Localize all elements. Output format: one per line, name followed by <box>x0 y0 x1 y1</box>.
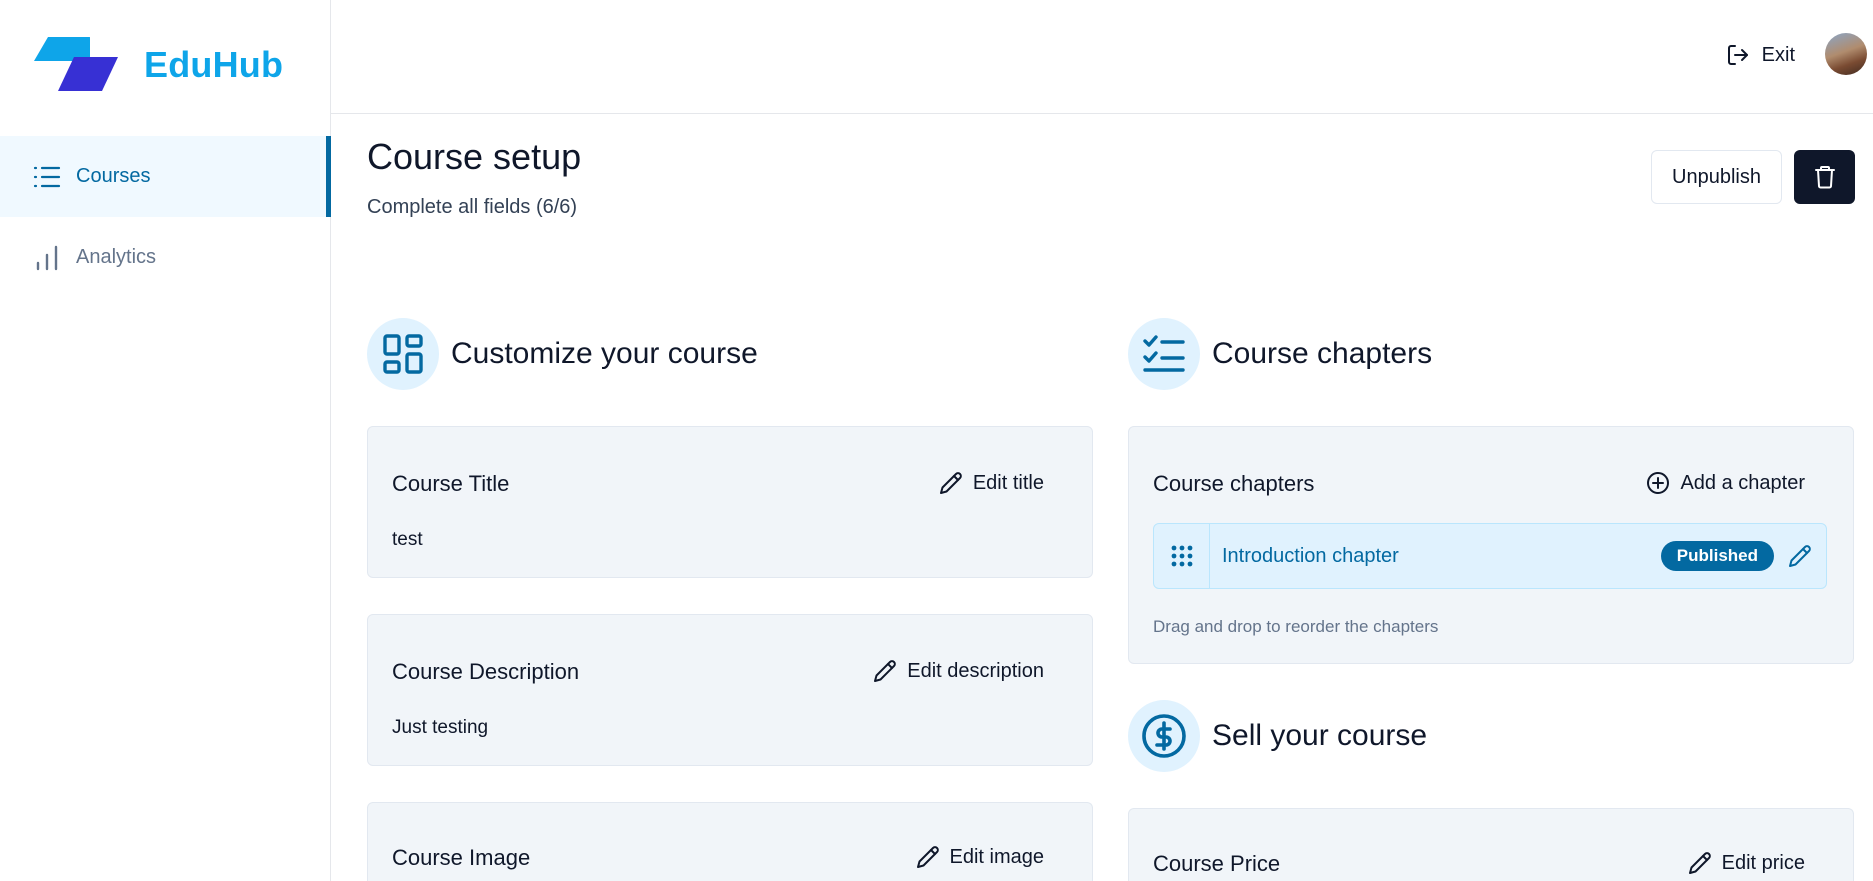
list-icon <box>32 162 62 192</box>
card-label: Course chapters <box>1153 471 1315 496</box>
edit-title-button[interactable]: Edit title <box>939 471 1044 495</box>
card-label: Course Image <box>392 845 531 870</box>
drag-handle-icon[interactable] <box>1154 524 1210 588</box>
app-logo[interactable]: EduHub <box>32 30 283 100</box>
action-label: Add a chapter <box>1680 471 1805 494</box>
sidebar-item-courses[interactable]: Courses <box>0 136 331 217</box>
course-chapters-card: Course chapters Add a chapter Introducti… <box>1128 426 1854 664</box>
delete-course-button[interactable] <box>1794 150 1855 204</box>
chapter-list-item[interactable]: Introduction chapter Published <box>1153 523 1827 589</box>
chapter-title: Introduction chapter <box>1222 544 1399 567</box>
page-title: Course setup <box>367 136 582 177</box>
unpublish-button[interactable]: Unpublish <box>1651 150 1782 204</box>
dollar-circle-icon <box>1128 700 1200 772</box>
exit-label: Exit <box>1761 43 1795 66</box>
card-label: Course Title <box>392 471 510 496</box>
exit-button[interactable]: Exit <box>1726 38 1795 72</box>
edit-image-button[interactable]: Edit image <box>916 845 1045 869</box>
section-title: Customize your course <box>451 337 758 370</box>
action-label: Edit image <box>949 845 1045 868</box>
trash-icon <box>1814 166 1835 189</box>
edit-price-button[interactable]: Edit price <box>1688 851 1805 875</box>
course-title-value: test <box>392 529 423 550</box>
course-image-card: Course Image Edit image <box>367 802 1093 881</box>
app-name: EduHub <box>144 44 284 85</box>
action-label: Edit price <box>1721 851 1805 874</box>
pencil-icon <box>1688 852 1711 874</box>
course-title-card: Course Title Edit title test <box>367 426 1093 578</box>
sidebar-item-label: Courses <box>76 165 151 187</box>
plus-circle-icon <box>1647 472 1670 494</box>
pencil-icon <box>916 846 939 868</box>
card-label: Course Description <box>392 659 580 684</box>
completion-status: Complete all fields (6/6) <box>367 196 578 218</box>
course-description-value: Just testing <box>392 717 489 738</box>
reorder-hint: Drag and drop to reorder the chapters <box>1153 617 1439 636</box>
sell-section-heading: Sell your course <box>1128 700 1427 772</box>
course-price-card: Course Price Edit price <box>1128 808 1854 881</box>
sidebar-nav: Courses Analytics <box>0 136 331 298</box>
chapters-section-heading: Course chapters <box>1128 318 1432 390</box>
avatar[interactable] <box>1825 33 1867 75</box>
section-title: Sell your course <box>1212 719 1428 752</box>
status-badge: Published <box>1660 541 1774 571</box>
pencil-icon <box>939 472 962 494</box>
topbar: Exit <box>331 0 1873 114</box>
edit-description-button[interactable]: Edit description <box>873 659 1044 683</box>
customize-section-heading: Customize your course <box>367 318 758 390</box>
sidebar-item-analytics[interactable]: Analytics <box>0 217 331 298</box>
action-label: Edit description <box>907 659 1044 682</box>
bar-chart-icon <box>32 243 62 273</box>
layout-dashboard-icon <box>367 318 439 390</box>
card-label: Course Price <box>1153 851 1281 876</box>
course-description-card: Course Description Edit description Just… <box>367 614 1093 766</box>
pencil-icon[interactable] <box>1786 542 1814 570</box>
action-label: Edit title <box>972 471 1044 494</box>
logo-icon <box>34 37 118 91</box>
sidebar: EduHub Courses Analytics <box>0 0 331 881</box>
logout-icon <box>1727 45 1748 65</box>
add-chapter-button[interactable]: Add a chapter <box>1646 471 1805 495</box>
sidebar-item-label: Analytics <box>76 246 157 268</box>
pencil-icon <box>874 660 897 682</box>
list-checks-icon <box>1128 318 1200 390</box>
section-title: Course chapters <box>1212 337 1433 370</box>
